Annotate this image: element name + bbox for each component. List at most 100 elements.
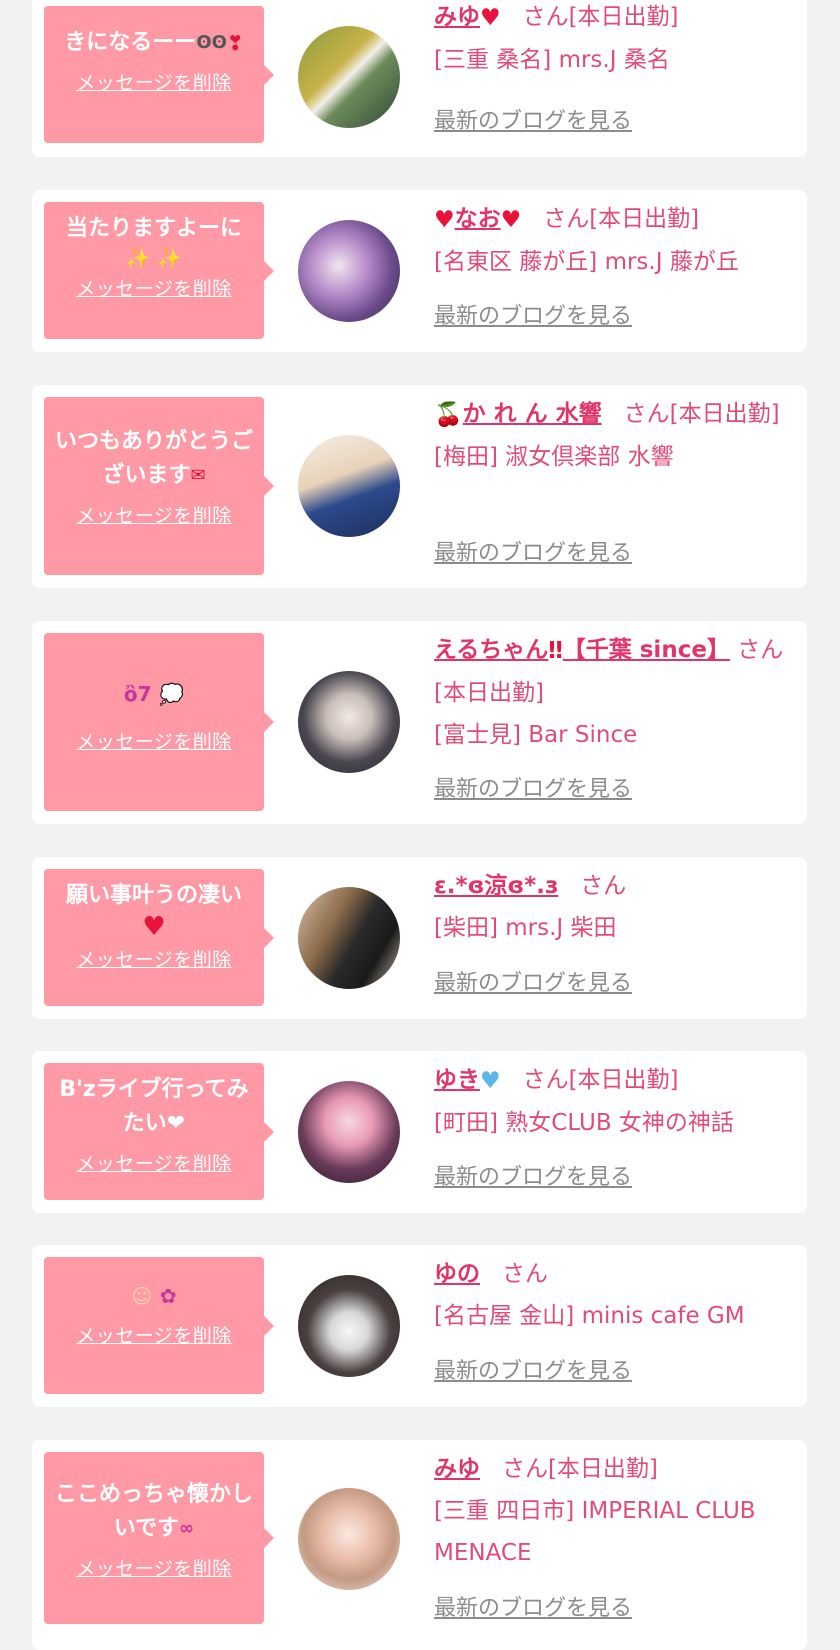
shop-label: [三重 桑名] mrs.J 桑名 bbox=[434, 46, 670, 73]
message-text: 願い事叶うの凄い bbox=[65, 883, 242, 908]
message-bubble: きになるーーʘʘ❣ メッセージを削除 bbox=[44, 6, 274, 143]
shop-label: [柴田] mrs.J 柴田 bbox=[434, 915, 617, 941]
message-card: 当たりますよーに ✨ ✨ メッセージを削除 ♥なお♥ さん[本日出勤] [名東区… bbox=[32, 190, 807, 352]
baby-icon: ☺ bbox=[131, 1284, 153, 1308]
love-letter-icon: ✉ bbox=[190, 465, 206, 486]
avatar[interactable] bbox=[298, 220, 400, 322]
san-label: さん bbox=[501, 1261, 548, 1287]
flower-icon: ✿ bbox=[159, 1284, 177, 1308]
shop-label: [梅田] 淑女倶楽部 水響 bbox=[434, 443, 674, 470]
avatar[interactable] bbox=[298, 1488, 400, 1590]
sparkle-icon: ✨ ✨ bbox=[125, 246, 183, 270]
latest-blog-link[interactable]: 最新のブログを見る bbox=[434, 965, 632, 997]
latest-blog-link[interactable]: 最新のブログを見る bbox=[434, 535, 632, 567]
message-card: B'zライブ行ってみたい❤ メッセージを削除 ゆき♥ さん[本日出勤] [町田]… bbox=[32, 1051, 807, 1213]
cherry-icon: 🍒 bbox=[434, 401, 463, 428]
shop-label: [富士見] Bar Since bbox=[434, 721, 638, 748]
message-card: 願い事叶うの凄い ♥ メッセージを削除 ε.*ɞ涼ɞ*.з さん [柴田] mr… bbox=[32, 857, 807, 1019]
san-label: さん bbox=[737, 637, 784, 663]
delete-message-link[interactable]: メッセージを削除 bbox=[50, 727, 258, 754]
san-label: さん bbox=[580, 873, 627, 899]
message-text: ここめっちゃ懐かしいです∞ bbox=[50, 1478, 258, 1546]
avatar[interactable] bbox=[298, 671, 400, 773]
san-label: さん bbox=[522, 1067, 569, 1093]
message-text: B'zライブ行ってみたい❤ bbox=[59, 1077, 249, 1136]
cast-name-link[interactable]: ゆの bbox=[434, 1261, 480, 1287]
cast-name-link[interactable]: ♥なお♥ bbox=[434, 206, 521, 233]
status-label: [本日出勤] bbox=[589, 206, 700, 232]
message-text: 当たりますよーに bbox=[65, 216, 242, 241]
delete-message-link[interactable]: メッセージを削除 bbox=[50, 1321, 258, 1348]
latest-blog-link[interactable]: 最新のブログを見る bbox=[434, 1353, 632, 1385]
latest-blog-link[interactable]: 最新のブログを見る bbox=[434, 298, 632, 330]
delete-message-link[interactable]: メッセージを削除 bbox=[50, 1149, 258, 1176]
avatar[interactable] bbox=[298, 887, 400, 989]
message-bubble: B'zライブ行ってみたい❤ メッセージを削除 bbox=[44, 1063, 274, 1200]
cast-info: みゆ♥ さん[本日出勤] [三重 桑名] mrs.J 桑名 bbox=[434, 0, 786, 81]
status-label: [本日出勤] bbox=[434, 679, 544, 706]
san-label: さん bbox=[501, 1456, 548, 1482]
message-text: きになるーーʘʘ❣ bbox=[50, 26, 258, 60]
message-bubble: ここめっちゃ懐かしいです∞ メッセージを削除 bbox=[44, 1452, 274, 1624]
cast-info: ε.*ɞ涼ɞ*.з さん [柴田] mrs.J 柴田 bbox=[434, 865, 786, 949]
avatar[interactable] bbox=[298, 26, 400, 128]
double-exclamation-icon: ‼ bbox=[548, 637, 563, 664]
rabbit-icon: ὂ7 bbox=[123, 682, 152, 706]
message-card: ☺ ✿ メッセージを削除 ゆの さん [名古屋 金山] minis cafe G… bbox=[32, 1245, 807, 1407]
message-bubble: いつもありがとうございます✉ メッセージを削除 bbox=[44, 397, 274, 575]
delete-message-link[interactable]: メッセージを削除 bbox=[50, 1554, 258, 1581]
latest-blog-link[interactable]: 最新のブログを見る bbox=[434, 1590, 632, 1622]
cast-info: ゆき♥ さん[本日出勤] [町田] 熟女CLUB 女神の神話 bbox=[434, 1059, 786, 1144]
cast-name-link[interactable]: ゆき♥ bbox=[434, 1067, 501, 1094]
san-label: さん bbox=[543, 206, 590, 232]
hearts-icon: ❣ bbox=[226, 31, 244, 55]
delete-message-link[interactable]: メッセージを削除 bbox=[50, 274, 258, 301]
san-label: さん bbox=[522, 4, 569, 30]
heart-icon: ♥ bbox=[434, 206, 455, 233]
message-text: ☺ ✿ bbox=[50, 1279, 258, 1313]
cast-name-link[interactable]: 🍒か れ ん 水響 bbox=[434, 401, 602, 428]
avatar[interactable] bbox=[298, 1275, 400, 1377]
avatar[interactable] bbox=[298, 435, 400, 537]
status-label: [本日出勤] bbox=[568, 4, 679, 30]
cast-info: 🍒か れ ん 水響 さん[本日出勤] [梅田] 淑女倶楽部 水響 bbox=[434, 393, 786, 478]
eyes-icon: ʘʘ bbox=[196, 32, 227, 53]
blue-heart-icon: ♥ bbox=[480, 1067, 501, 1094]
message-text: いつもありがとうございます✉ bbox=[50, 425, 258, 493]
message-bubble: ☺ ✿ メッセージを削除 bbox=[44, 1257, 274, 1394]
delete-message-link[interactable]: メッセージを削除 bbox=[50, 945, 258, 972]
message-bubble: ὂ7 💭 メッセージを削除 bbox=[44, 633, 274, 811]
avatar[interactable] bbox=[298, 1081, 400, 1183]
shop-label: [町田] 熟女CLUB 女神の神話 bbox=[434, 1109, 734, 1136]
shop-label: [三重 四日市] IMPERIAL CLUB MENACE bbox=[434, 1498, 756, 1566]
heart-icon: ♥ bbox=[142, 912, 166, 942]
cast-name-link[interactable]: みゆ♥ bbox=[434, 4, 501, 31]
cast-name-link[interactable]: みゆ bbox=[434, 1456, 480, 1482]
message-card: ὂ7 💭 メッセージを削除 えるちゃん‼【千葉 since】 さん [本日出勤] … bbox=[32, 621, 807, 824]
cast-name-link[interactable]: えるちゃん‼【千葉 since】 bbox=[434, 637, 730, 664]
cast-info: みゆ さん[本日出勤] [三重 四日市] IMPERIAL CLUB MENAC… bbox=[434, 1448, 786, 1574]
delete-message-link[interactable]: メッセージを削除 bbox=[50, 68, 258, 95]
cast-name-link[interactable]: ε.*ɞ涼ɞ*.з bbox=[434, 873, 558, 899]
speech-bubble-icon: 💭 bbox=[159, 682, 185, 706]
ribbon-icon: ∞ bbox=[179, 1518, 195, 1539]
message-card: いつもありがとうございます✉ メッセージを削除 🍒か れ ん 水響 さん[本日出… bbox=[32, 385, 807, 588]
cast-info: ♥なお♥ さん[本日出勤] [名東区 藤が丘] mrs.J 藤が丘 bbox=[434, 198, 786, 283]
heart-icon: ♥ bbox=[500, 206, 522, 233]
message-text: ὂ7 💭 bbox=[50, 677, 258, 711]
latest-blog-link[interactable]: 最新のブログを見る bbox=[434, 1159, 632, 1191]
message-card: ここめっちゃ懐かしいです∞ メッセージを削除 みゆ さん[本日出勤] [三重 四… bbox=[32, 1440, 807, 1650]
status-label: [本日出勤] bbox=[669, 401, 780, 427]
cast-info: ゆの さん [名古屋 金山] minis cafe GM bbox=[434, 1253, 786, 1337]
status-label: [本日出勤] bbox=[547, 1456, 658, 1482]
latest-blog-link[interactable]: 最新のブログを見る bbox=[434, 103, 632, 135]
message-bubble: 当たりますよーに ✨ ✨ メッセージを削除 bbox=[44, 202, 274, 339]
status-label: [本日出勤] bbox=[568, 1067, 679, 1093]
shop-label: [名古屋 金山] minis cafe GM bbox=[434, 1303, 745, 1329]
message-bubble: 願い事叶うの凄い ♥ メッセージを削除 bbox=[44, 869, 274, 1006]
delete-message-link[interactable]: メッセージを削除 bbox=[50, 501, 258, 528]
latest-blog-link[interactable]: 最新のブログを見る bbox=[434, 771, 632, 803]
cast-info: えるちゃん‼【千葉 since】 さん [本日出勤] [富士見] Bar Sinc… bbox=[434, 629, 786, 756]
message-card: きになるーーʘʘ❣ メッセージを削除 みゆ♥ さん[本日出勤] [三重 桑名] … bbox=[32, 0, 807, 157]
heart-icon: ♥ bbox=[480, 4, 501, 31]
